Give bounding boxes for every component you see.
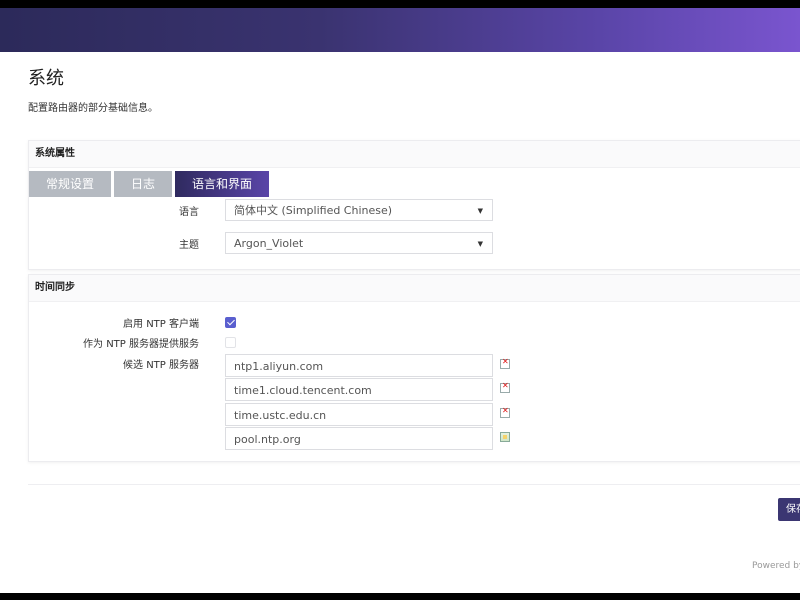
page-description: 配置路由器的部分基础信息。 bbox=[28, 103, 158, 114]
footer-powered-by: Powered by bbox=[752, 561, 800, 571]
page-title: 系统 bbox=[28, 68, 64, 89]
theme-select[interactable]: Argon_Violet ▼ bbox=[225, 232, 493, 254]
system-properties-header: 系统属性 bbox=[29, 141, 800, 168]
time-sync-header: 时间同步 bbox=[29, 275, 800, 302]
add-icon[interactable] bbox=[500, 432, 510, 442]
remove-icon[interactable] bbox=[500, 381, 510, 393]
theme-label: 主题 bbox=[179, 240, 199, 251]
ntp-server-input[interactable]: time1.cloud.tencent.com bbox=[225, 378, 493, 401]
time-sync-card: 时间同步 启用 NTP 客户端 作为 NTP 服务器提供服务 候选 NTP 服务… bbox=[28, 274, 800, 462]
language-label: 语言 bbox=[179, 207, 199, 218]
provide-ntp-server-label: 作为 NTP 服务器提供服务 bbox=[83, 339, 199, 350]
system-properties-card: 系统属性 常规设置 日志 语言和界面 语言 简体中文 (Simplified C… bbox=[28, 140, 800, 270]
chevron-down-icon: ▼ bbox=[477, 240, 483, 248]
theme-select-value: Argon_Violet bbox=[234, 237, 304, 250]
remove-icon[interactable] bbox=[500, 357, 510, 369]
tab-logging[interactable]: 日志 bbox=[114, 171, 173, 197]
chevron-down-icon: ▼ bbox=[477, 207, 483, 215]
main-content: 系统 配置路由器的部分基础信息。 系统属性 常规设置 日志 语言和界面 语言 简… bbox=[0, 52, 800, 593]
top-header-bar bbox=[0, 8, 800, 52]
section-divider bbox=[28, 484, 800, 485]
app-frame: 系统 配置路由器的部分基础信息。 系统属性 常规设置 日志 语言和界面 语言 简… bbox=[0, 8, 800, 593]
ntp-server-input[interactable]: time.ustc.edu.cn bbox=[225, 403, 493, 426]
ntp-server-input[interactable]: ntp1.aliyun.com bbox=[225, 354, 493, 377]
tab-language-and-style[interactable]: 语言和界面 bbox=[175, 171, 270, 197]
language-select[interactable]: 简体中文 (Simplified Chinese) ▼ bbox=[225, 199, 493, 221]
provide-ntp-server-checkbox[interactable] bbox=[225, 337, 236, 348]
ntp-servers-label: 候选 NTP 服务器 bbox=[123, 360, 199, 371]
save-button[interactable]: 保存 bbox=[778, 498, 800, 521]
ntp-server-input[interactable]: pool.ntp.org bbox=[225, 427, 493, 450]
enable-ntp-client-label: 启用 NTP 客户端 bbox=[123, 319, 199, 330]
enable-ntp-client-checkbox[interactable] bbox=[225, 317, 236, 328]
remove-icon[interactable] bbox=[500, 406, 510, 418]
language-select-value: 简体中文 (Simplified Chinese) bbox=[234, 204, 393, 217]
tab-general-settings[interactable]: 常规设置 bbox=[29, 171, 112, 197]
tab-bar: 常规设置 日志 语言和界面 bbox=[29, 171, 272, 197]
